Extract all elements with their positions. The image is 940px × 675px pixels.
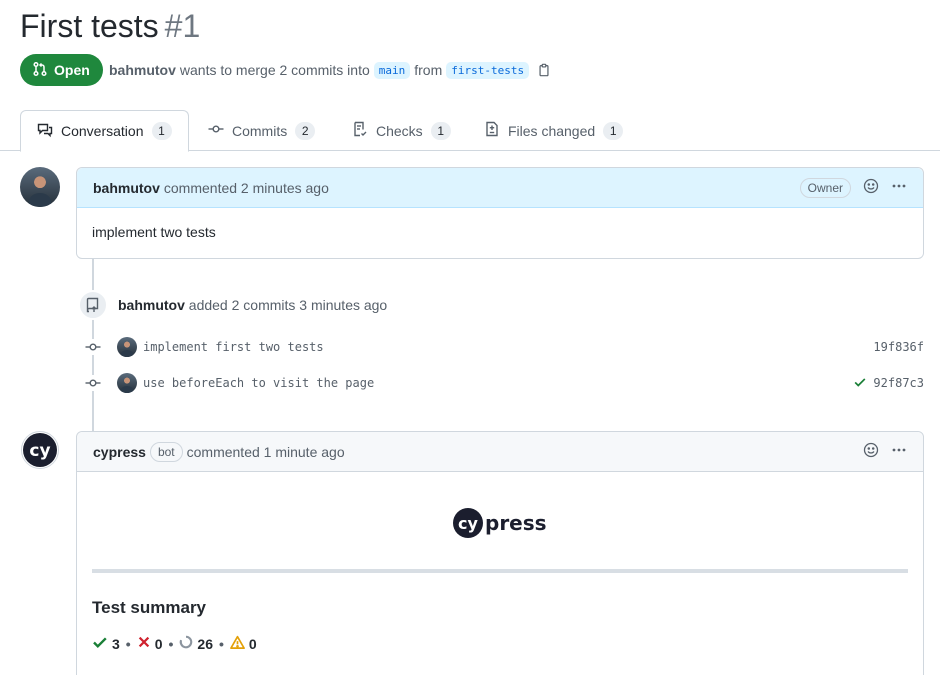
comment-actions [863,178,907,197]
commit-sha[interactable]: 19f836f [873,340,924,354]
commit-sha-text[interactable]: 19f836f [873,340,924,354]
pr-author-link[interactable]: bahmutov [109,62,176,78]
event-author[interactable]: bahmutov [118,297,185,313]
comment-actions [863,442,907,461]
cypress-logo: cy press [452,505,552,541]
event-text: added 2 commits 3 minutes ago [188,297,388,313]
commit-row: implement first two tests 19f836f [84,336,924,358]
check-icon[interactable] [853,375,867,392]
tab-files-changed[interactable]: Files changed 1 [468,110,639,151]
comment-meta[interactable]: commented 2 minutes ago [164,180,329,196]
warning-icon [229,635,245,653]
cypress-wordmark-icon: cy press [453,508,547,538]
avatar[interactable] [20,167,60,207]
tab-label: Files changed [508,122,596,139]
file-diff-icon [484,121,500,140]
separator: • [218,635,224,652]
check-icon [92,634,108,653]
smiley-icon[interactable] [863,178,879,197]
pr-state-badge: Open [20,54,103,86]
smiley-icon[interactable] [863,442,879,461]
repo-push-icon [78,290,108,320]
comment-meta[interactable]: commented 1 minute ago [187,444,345,460]
tab-label: Checks [376,122,423,139]
tab-counter: 1 [151,122,172,140]
test-summary: 3 • 0 • 26 • 0 [92,634,257,653]
comment-bahmutov: bahmutov commented 2 minutes ago Owner i… [76,167,924,259]
pr-meta: bahmutov wants to merge 2 commits into m… [109,60,551,80]
bot-label: bot [149,441,183,462]
comment-author[interactable]: bahmutov [93,180,160,196]
copy-icon[interactable] [537,63,551,77]
cypress-avatar[interactable]: cy [21,431,59,469]
pr-from-text: from [414,62,443,78]
git-commit-icon [84,339,102,355]
svg-text:cy: cy [458,514,478,533]
comment-header: cypress bot commented 1 minute ago [77,432,923,472]
pr-merge-text: wants to merge 2 commits into [179,62,370,78]
timeline-event-added-commits: bahmutov added 2 commits 3 minutes ago [78,290,387,320]
pr-state-label: Open [54,62,90,78]
failed-count: 0 [154,635,163,652]
head-branch[interactable]: first-tests [446,61,530,79]
git-commit-icon [208,121,224,140]
pr-title: First tests #1 [20,8,200,45]
svg-text:press: press [485,511,547,535]
tab-commits[interactable]: Commits 2 [192,110,331,151]
tab-conversation[interactable]: Conversation 1 [20,110,189,152]
svg-text:cy: cy [29,441,50,461]
tab-counter: 1 [603,121,624,140]
skipped-count: 26 [197,635,213,652]
x-icon [137,635,151,652]
commit-row: use beforeEach to visit the page 92f87c3 [84,372,924,394]
commit-message[interactable]: use beforeEach to visit the page [143,376,374,390]
skipped-circle-icon [179,635,193,652]
passed-count: 3 [112,635,120,652]
separator: • [168,635,174,652]
tab-label: Commits [232,122,288,139]
test-summary-title: Test summary [92,598,207,617]
flaky-count: 0 [248,635,257,652]
pr-number: #1 [164,8,201,44]
pr-tabs: Conversation 1 Commits 2 Checks 1 Files … [0,110,940,152]
kebab-horizontal-icon[interactable] [891,178,907,197]
comment-discussion-icon [37,122,53,141]
kebab-horizontal-icon[interactable] [891,442,907,461]
commit-sha: 92f87c3 [853,375,924,392]
tab-label: Conversation [61,123,144,139]
separator: • [125,635,131,652]
owner-label: Owner [799,177,851,198]
base-branch[interactable]: main [373,61,411,79]
commit-sha-text[interactable]: 92f87c3 [873,376,924,390]
commit-message[interactable]: implement first two tests [143,340,324,354]
divider [92,569,908,573]
commit-avatar[interactable] [117,337,137,357]
comment-author[interactable]: cypress [93,444,146,460]
git-pull-request-icon [32,61,48,80]
comment-body: implement two tests [92,224,216,240]
tab-counter: 1 [430,121,451,140]
comment-header: bahmutov commented 2 minutes ago Owner [77,168,923,208]
tab-checks[interactable]: Checks 1 [336,110,467,151]
tab-counter: 2 [295,121,316,140]
cypress-logo-icon: cy [23,433,57,467]
git-commit-icon [84,375,102,391]
pr-title-text: First tests [20,8,159,44]
checklist-icon [352,121,368,140]
commit-avatar[interactable] [117,373,137,393]
